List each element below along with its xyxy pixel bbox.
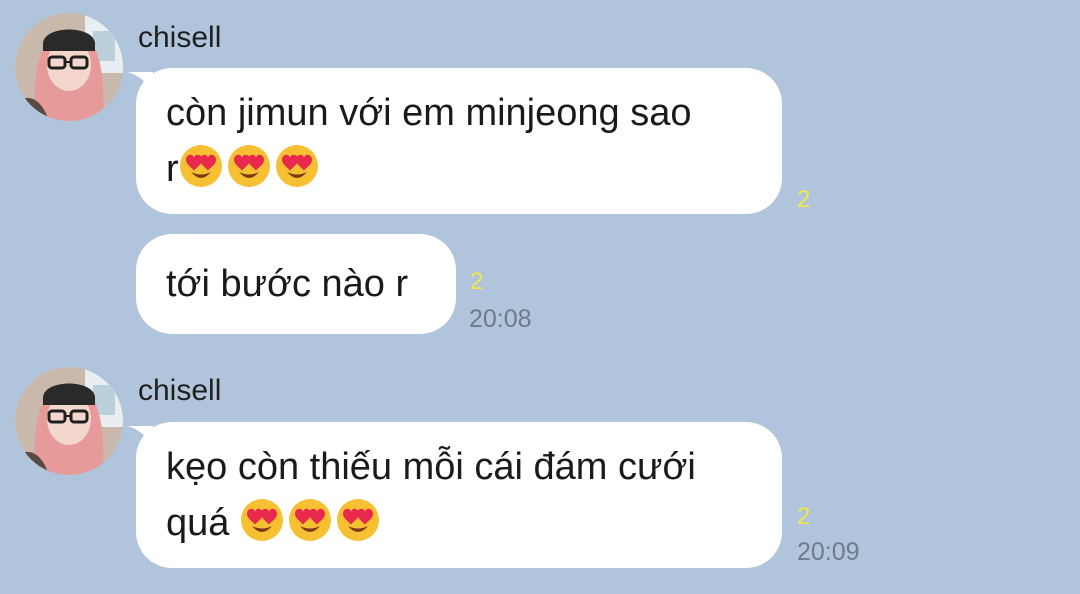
message-time: 20:09	[797, 538, 860, 566]
heart-eyes-emoji-icon	[275, 144, 319, 188]
avatar-photo	[15, 367, 123, 475]
sender-name: chisell	[138, 21, 222, 54]
avatar[interactable]	[15, 367, 123, 475]
avatar-photo	[15, 13, 123, 121]
sender-name: chisell	[138, 374, 222, 407]
heart-eyes-emoji-icon	[240, 498, 284, 542]
heart-eyes-emoji-icon	[336, 498, 380, 542]
message-text: tới bước nào r	[166, 263, 409, 305]
heart-eyes-emoji-icon	[227, 144, 271, 188]
avatar[interactable]	[15, 13, 123, 121]
unread-count: 2	[470, 268, 484, 295]
heart-eyes-emoji-icon	[179, 144, 223, 188]
message-bubble[interactable]: tới bước nào r	[136, 234, 456, 334]
message-text: kẹo còn thiếu mỗi cái đám cưới quá	[166, 446, 696, 544]
message-bubble[interactable]: kẹo còn thiếu mỗi cái đám cưới quá	[136, 422, 782, 568]
unread-count: 2	[797, 186, 811, 213]
heart-eyes-emoji-icon	[288, 498, 332, 542]
message-text: còn jimun với em minjeong sao r	[166, 92, 692, 190]
message-bubble[interactable]: còn jimun với em minjeong sao r	[136, 68, 782, 214]
message-time: 20:08	[469, 305, 532, 333]
unread-count: 2	[797, 503, 811, 530]
